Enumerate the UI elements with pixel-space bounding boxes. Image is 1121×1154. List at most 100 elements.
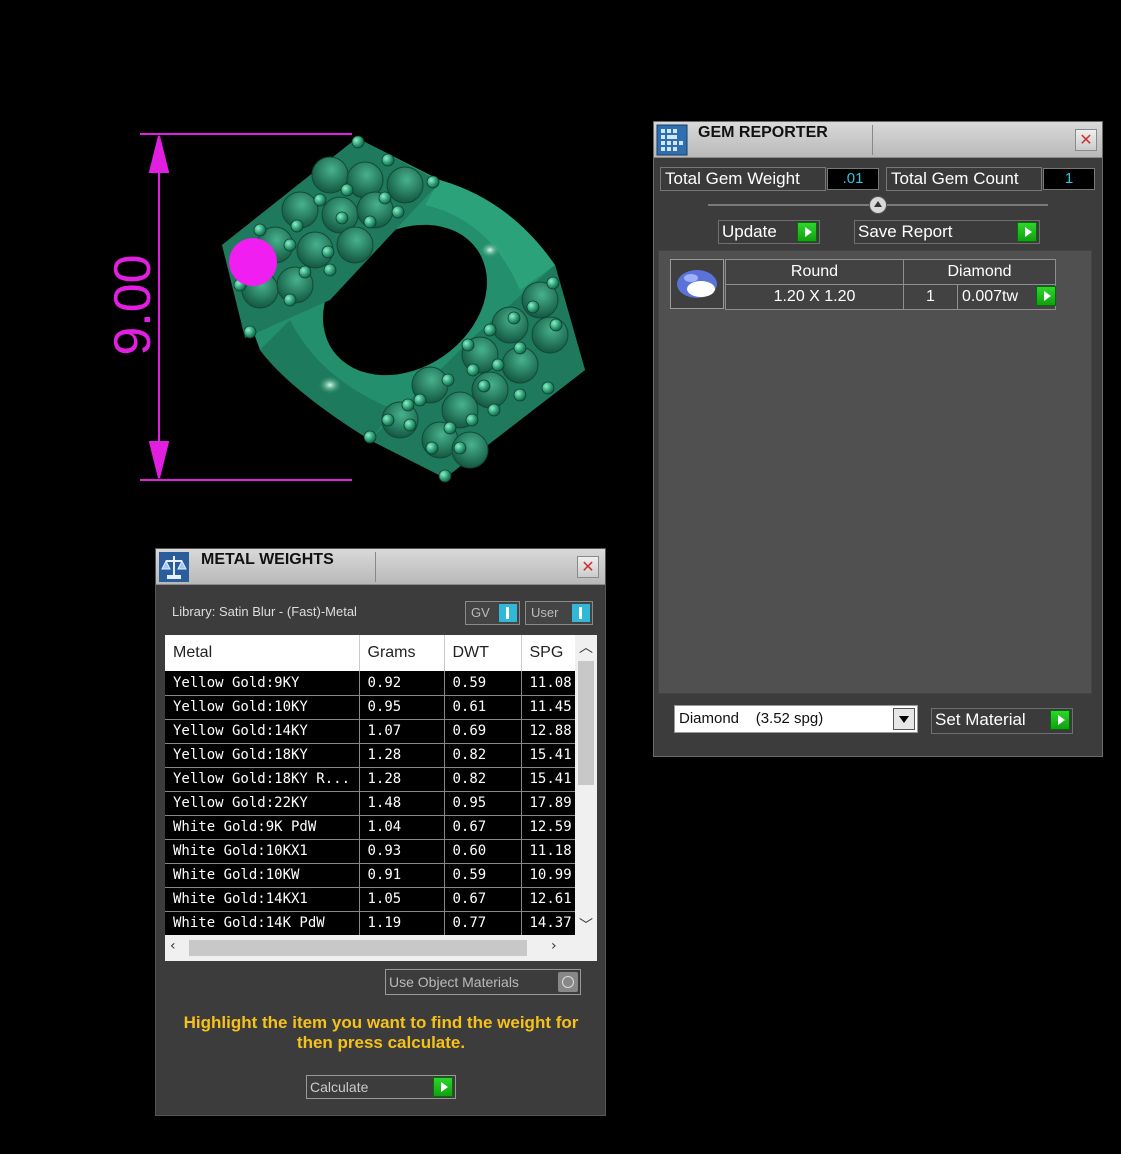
- cell-metal[interactable]: White Gold:10KW: [165, 863, 360, 888]
- cell-grams[interactable]: 1.07: [359, 719, 445, 744]
- vertical-scroll-thumb[interactable]: [578, 661, 594, 785]
- gem-reporter-close-button[interactable]: ✕: [1075, 129, 1097, 151]
- scroll-right-icon[interactable]: ›: [551, 938, 557, 954]
- cell-dwt[interactable]: 0.95: [444, 791, 522, 816]
- cell-dwt[interactable]: 0.82: [444, 743, 522, 768]
- scroll-left-icon[interactable]: ‹: [170, 938, 176, 954]
- cell-metal[interactable]: White Gold:14K PdW: [165, 911, 360, 936]
- table-row[interactable]: White Gold:9K PdW 1.04 0.67 12.59: [165, 815, 576, 840]
- cell-dwt[interactable]: 0.59: [444, 671, 522, 696]
- gem-material-cell[interactable]: Diamond: [903, 259, 1056, 285]
- cell-metal[interactable]: White Gold:9K PdW: [165, 815, 360, 840]
- cell-grams[interactable]: 0.95: [359, 695, 445, 720]
- cell-grams[interactable]: 1.28: [359, 767, 445, 792]
- gem-row-table[interactable]: Round Diamond 1.20 X 1.20 1 0.007tw: [725, 259, 1056, 310]
- set-material-play-icon[interactable]: [1050, 710, 1070, 730]
- cell-spg[interactable]: 12.61: [521, 887, 576, 912]
- cell-grams[interactable]: 0.91: [359, 863, 445, 888]
- vertical-scrollbar[interactable]: ︿ ﹀: [575, 635, 597, 935]
- scroll-up-icon[interactable]: ︿: [579, 637, 593, 657]
- gem-count-cell[interactable]: 1: [903, 284, 958, 310]
- cell-dwt[interactable]: 0.59: [444, 863, 522, 888]
- table-row[interactable]: White Gold:14K PdW 1.19 0.77 14.37: [165, 911, 576, 936]
- table-row[interactable]: Yellow Gold:18KY 1.28 0.82 15.41: [165, 743, 576, 768]
- table-row[interactable]: Yellow Gold:9KY 0.92 0.59 11.08: [165, 671, 576, 696]
- gv-toggle[interactable]: GV: [465, 601, 520, 625]
- round-gem-thumbnail-icon[interactable]: [670, 259, 724, 309]
- horizontal-scroll-thumb[interactable]: [189, 940, 527, 956]
- gv-toggle-switch-icon[interactable]: [499, 604, 517, 622]
- cell-dwt[interactable]: 0.77: [444, 911, 522, 936]
- table-row[interactable]: Yellow Gold:22KY 1.48 0.95 17.89: [165, 791, 576, 816]
- cell-metal[interactable]: White Gold:14KX1: [165, 887, 360, 912]
- cell-spg[interactable]: 15.41: [521, 767, 576, 792]
- cell-dwt[interactable]: 0.69: [444, 719, 522, 744]
- collapse-arrow-icon[interactable]: [869, 196, 887, 214]
- cell-spg[interactable]: 11.08: [521, 671, 576, 696]
- column-header-dwt[interactable]: DWT: [444, 635, 522, 671]
- table-row[interactable]: White Gold:10KX1 0.93 0.60 11.18: [165, 839, 576, 864]
- user-toggle[interactable]: User: [525, 601, 593, 625]
- metal-weights-titlebar[interactable]: METAL WEIGHTS ✕: [156, 549, 605, 585]
- gem-shape-cell[interactable]: Round: [725, 259, 904, 285]
- table-row[interactable]: Yellow Gold:10KY 0.95 0.61 11.45: [165, 695, 576, 720]
- calculate-play-icon[interactable]: [433, 1077, 453, 1097]
- cell-dwt[interactable]: 0.60: [444, 839, 522, 864]
- cell-spg[interactable]: 12.88: [521, 719, 576, 744]
- metal-weights-table[interactable]: Metal Grams DWT SPG Yellow Gold:9KY 0.92 0…: [165, 635, 576, 936]
- metal-weights-table-container[interactable]: Metal Grams DWT SPG Yellow Gold:9KY 0.92 0…: [165, 635, 597, 961]
- cell-grams[interactable]: 1.28: [359, 743, 445, 768]
- cell-spg[interactable]: 17.89: [521, 791, 576, 816]
- gem-weight-play-icon[interactable]: [1036, 286, 1056, 306]
- save-report-play-icon[interactable]: [1017, 222, 1037, 242]
- scroll-down-icon[interactable]: ﹀: [579, 915, 593, 935]
- cell-grams[interactable]: 1.05: [359, 887, 445, 912]
- cell-metal[interactable]: White Gold:10KX1: [165, 839, 360, 864]
- metal-weights-close-button[interactable]: ✕: [577, 556, 599, 578]
- cell-spg[interactable]: 15.41: [521, 743, 576, 768]
- cell-grams[interactable]: 1.04: [359, 815, 445, 840]
- gem-weight-cell[interactable]: 0.007tw: [957, 284, 1056, 310]
- save-report-button[interactable]: Save Report: [854, 220, 1040, 244]
- collapse-divider[interactable]: [708, 196, 1048, 214]
- cell-grams[interactable]: 0.92: [359, 671, 445, 696]
- cell-spg[interactable]: 12.59: [521, 815, 576, 840]
- cell-grams[interactable]: 0.93: [359, 839, 445, 864]
- cell-metal[interactable]: Yellow Gold:18KY R...: [165, 767, 360, 792]
- chevron-down-icon[interactable]: [893, 708, 915, 730]
- cell-metal[interactable]: Yellow Gold:10KY: [165, 695, 360, 720]
- material-select[interactable]: Diamond (3.52 spg): [674, 705, 918, 733]
- gem-list[interactable]: Round Diamond 1.20 X 1.20 1 0.007tw: [658, 250, 1092, 694]
- horizontal-scrollbar[interactable]: ‹ ›: [165, 935, 597, 961]
- cell-dwt[interactable]: 0.67: [444, 815, 522, 840]
- table-row[interactable]: Yellow Gold:18KY R... 1.28 0.82 15.41: [165, 767, 576, 792]
- table-row[interactable]: Yellow Gold:14KY 1.07 0.69 12.88: [165, 719, 576, 744]
- table-row[interactable]: White Gold:14KX1 1.05 0.67 12.61: [165, 887, 576, 912]
- update-play-icon[interactable]: [797, 222, 817, 242]
- cell-metal[interactable]: Yellow Gold:14KY: [165, 719, 360, 744]
- set-material-button[interactable]: Set Material: [931, 708, 1073, 734]
- cell-grams[interactable]: 1.19: [359, 911, 445, 936]
- use-object-materials-radio-icon[interactable]: [558, 972, 578, 992]
- user-toggle-switch-icon[interactable]: [572, 604, 590, 622]
- cell-spg[interactable]: 11.45: [521, 695, 576, 720]
- gem-size-cell[interactable]: 1.20 X 1.20: [725, 284, 904, 310]
- cell-metal[interactable]: Yellow Gold:9KY: [165, 671, 360, 696]
- 3d-viewport[interactable]: 9.00: [0, 0, 650, 540]
- cell-spg[interactable]: 11.18: [521, 839, 576, 864]
- cell-spg[interactable]: 10.99: [521, 863, 576, 888]
- cell-dwt[interactable]: 0.67: [444, 887, 522, 912]
- table-row[interactable]: White Gold:10KW 0.91 0.59 10.99: [165, 863, 576, 888]
- update-button[interactable]: Update: [718, 220, 820, 244]
- cell-dwt[interactable]: 0.61: [444, 695, 522, 720]
- gem-reporter-titlebar[interactable]: GEM REPORTER ✕: [654, 122, 1102, 158]
- calculate-button[interactable]: Calculate: [306, 1075, 456, 1099]
- column-header-spg[interactable]: SPG: [521, 635, 576, 671]
- column-header-grams[interactable]: Grams: [359, 635, 445, 671]
- cell-spg[interactable]: 14.37: [521, 911, 576, 936]
- use-object-materials-toggle[interactable]: Use Object Materials: [385, 969, 581, 995]
- cell-grams[interactable]: 1.48: [359, 791, 445, 816]
- column-header-metal[interactable]: Metal: [165, 635, 360, 671]
- cell-dwt[interactable]: 0.82: [444, 767, 522, 792]
- cell-metal[interactable]: Yellow Gold:22KY: [165, 791, 360, 816]
